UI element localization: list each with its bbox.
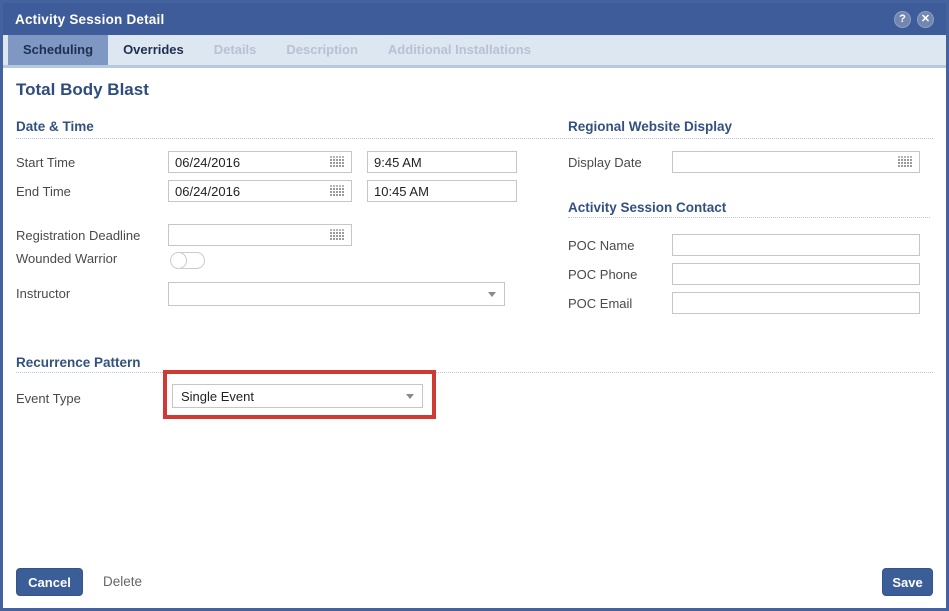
cancel-button[interactable]: Cancel — [16, 568, 83, 596]
toggle-knob — [170, 252, 187, 269]
dialog-title: Activity Session Detail — [15, 11, 165, 27]
section-divider — [16, 138, 933, 139]
wounded-warrior-toggle[interactable] — [170, 252, 205, 269]
help-icon[interactable]: ? — [894, 10, 911, 28]
poc-email-field[interactable] — [672, 292, 920, 314]
registration-deadline-input[interactable] — [175, 227, 326, 243]
tab-additional-installations: Additional Installations — [387, 42, 531, 57]
calendar-icon[interactable] — [330, 229, 345, 241]
event-type-value: Single Event — [181, 388, 254, 404]
titlebar-icons: ? ✕ — [894, 10, 934, 28]
poc-email-input[interactable] — [679, 295, 913, 311]
event-type-label: Event Type — [16, 391, 81, 406]
instructor-label: Instructor — [16, 286, 71, 301]
end-time-label: End Time — [16, 184, 71, 199]
display-date-input[interactable] — [679, 154, 894, 170]
end-time-field[interactable] — [367, 180, 517, 202]
calendar-icon[interactable] — [898, 156, 913, 168]
end-date-input[interactable] — [175, 183, 326, 199]
poc-name-label: POC Name — [568, 238, 635, 253]
display-date-label: Display Date — [568, 155, 642, 170]
dialog-titlebar: Activity Session Detail ? ✕ — [3, 3, 946, 35]
registration-deadline-label: Registration Deadline — [16, 228, 141, 243]
chevron-down-icon — [406, 393, 414, 399]
end-date-field[interactable] — [168, 180, 352, 202]
delete-button[interactable]: Delete — [103, 574, 142, 589]
section-divider — [16, 372, 933, 373]
tab-details: Details — [213, 42, 257, 57]
wounded-warrior-label: Wounded Warrior — [16, 251, 118, 266]
close-icon[interactable]: ✕ — [917, 10, 934, 28]
start-time-input[interactable] — [374, 154, 510, 170]
section-recurrence-pattern: Recurrence Pattern — [16, 355, 141, 370]
chevron-down-icon — [488, 291, 496, 297]
page-title: Total Body Blast — [16, 80, 149, 99]
poc-phone-field[interactable] — [672, 263, 920, 285]
instructor-dropdown[interactable] — [168, 282, 505, 306]
event-type-dropdown[interactable]: Single Event — [172, 384, 423, 408]
start-time-label: Start Time — [16, 155, 76, 170]
calendar-icon[interactable] — [330, 156, 345, 168]
poc-name-field[interactable] — [672, 234, 920, 256]
registration-deadline-field[interactable] — [168, 224, 352, 246]
poc-name-input[interactable] — [679, 237, 913, 253]
save-button[interactable]: Save — [882, 568, 933, 596]
tab-overrides[interactable]: Overrides — [108, 35, 199, 65]
tab-scheduling[interactable]: Scheduling — [8, 35, 109, 65]
calendar-icon[interactable] — [330, 185, 345, 197]
section-activity-session-contact: Activity Session Contact — [568, 200, 727, 215]
poc-email-label: POC Email — [568, 296, 633, 311]
end-time-input[interactable] — [374, 183, 510, 199]
poc-phone-label: POC Phone — [568, 267, 638, 282]
start-date-field[interactable] — [168, 151, 352, 173]
start-time-field[interactable] — [367, 151, 517, 173]
section-date-time: Date & Time — [16, 119, 94, 134]
start-date-input[interactable] — [175, 154, 326, 170]
section-divider — [568, 217, 930, 218]
activity-session-detail-dialog: Activity Session Detail ? ✕ Scheduling O… — [0, 0, 949, 611]
display-date-field[interactable] — [672, 151, 920, 173]
tab-bar: Scheduling Overrides Details Description… — [3, 35, 946, 68]
poc-phone-input[interactable] — [679, 266, 913, 282]
tab-description: Description — [286, 42, 358, 57]
section-regional-website-display: Regional Website Display — [568, 119, 733, 134]
